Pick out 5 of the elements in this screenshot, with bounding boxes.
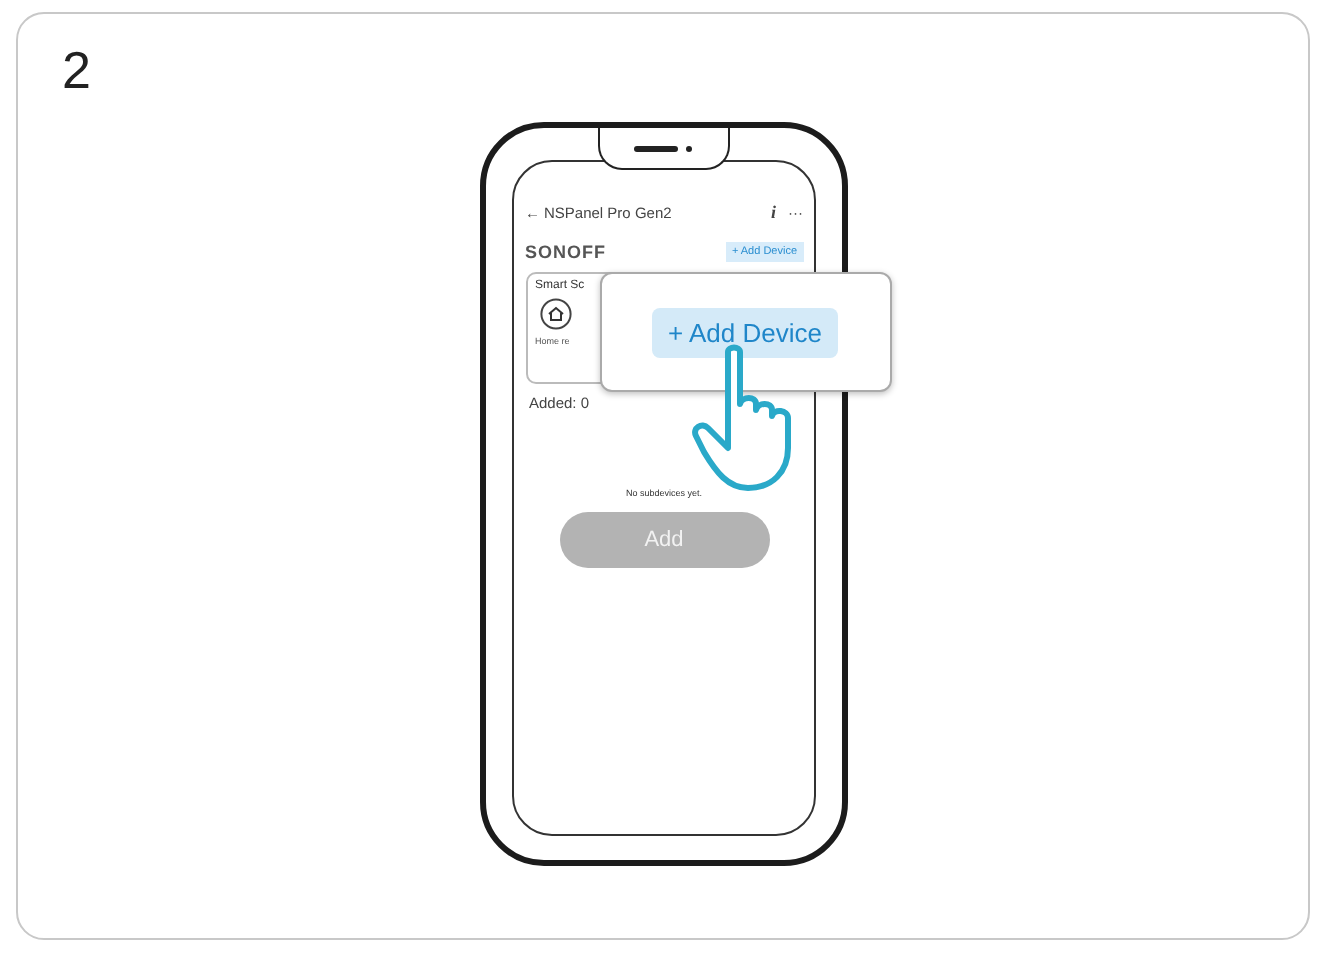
notch-drawing	[597, 128, 729, 170]
info-button[interactable]: i	[770, 202, 776, 222]
home-icon	[539, 298, 571, 330]
step-number: 2	[62, 42, 91, 98]
brand-logo: SONOFF	[525, 242, 606, 262]
